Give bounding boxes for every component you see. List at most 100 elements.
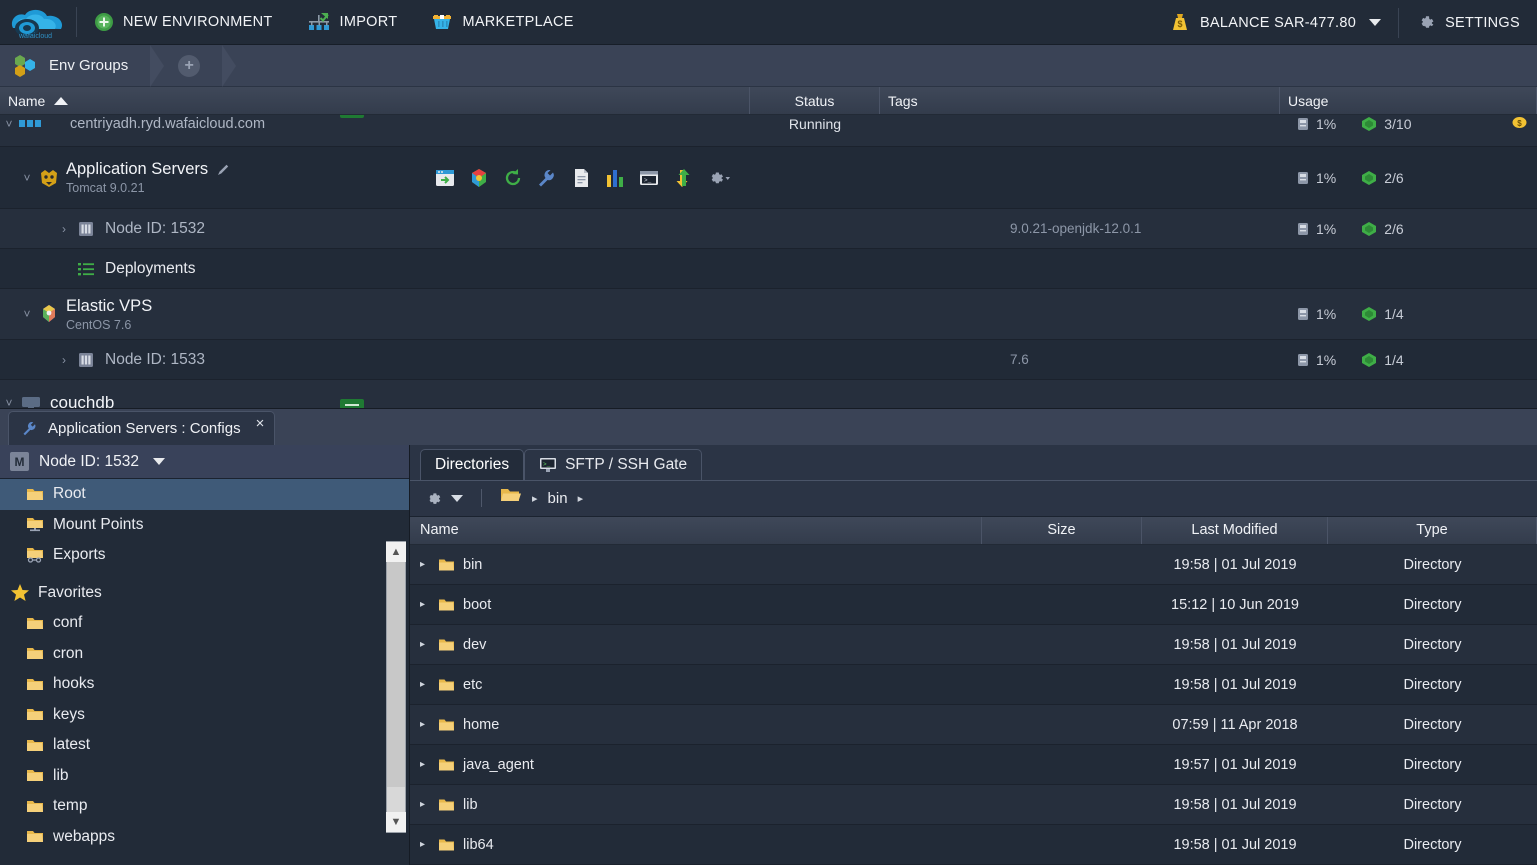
balance-button[interactable]: $ BALANCE SAR-477.80 [1152, 0, 1398, 45]
path-separator-icon-2[interactable]: ▸ [578, 492, 584, 505]
node-icon [73, 351, 99, 369]
folder-icon [27, 739, 43, 751]
sidebar-item-label: Mount Points [53, 515, 144, 533]
environment-hostname[interactable]: centriyadh.ryd.wafaicloud.com [70, 116, 265, 132]
cloudlet-icon [1362, 116, 1377, 131]
expand-twisty-icon[interactable]: ▸ [420, 839, 430, 850]
open-in-browser-icon[interactable] [434, 167, 456, 189]
balance-label: BALANCE SAR-477.80 [1199, 14, 1357, 31]
tab-sftp-ssh-gate[interactable]: >_ SFTP / SSH Gate [524, 449, 703, 481]
sidebar-item-conf[interactable]: conf [0, 608, 409, 639]
sidebar-item-keys[interactable]: keys [0, 700, 409, 731]
sidebar-item-cron[interactable]: cron [0, 639, 409, 670]
node-title[interactable]: Node ID: 1533 [105, 351, 205, 369]
node-selector[interactable]: M Node ID: 1532 [0, 445, 409, 479]
marketplace-button[interactable]: MARKETPLACE [414, 0, 590, 45]
table-row[interactable]: ▸ boot 15:12 | 10 Jun 2019 Directory [410, 585, 1537, 625]
column-header-status[interactable]: Status [750, 87, 880, 114]
ssh-terminal-icon[interactable]: >_ [638, 167, 660, 189]
table-row[interactable]: ▸ bin 19:58 | 01 Jul 2019 Directory [410, 545, 1537, 585]
sidebar-item-mount-points[interactable]: Mount Points [0, 510, 409, 541]
add-group-button[interactable]: + [178, 54, 201, 77]
table-row[interactable]: ▸ java_agent 19:57 | 01 Jul 2019 Directo… [410, 745, 1537, 785]
expand-twisty-icon[interactable]: › [55, 353, 73, 367]
config-panel-tab[interactable]: Application Servers : Configs × [8, 411, 276, 445]
collapse-twisty-icon[interactable]: ˅ [18, 171, 36, 185]
node-title[interactable]: Node ID: 1532 [105, 220, 205, 238]
config-icon[interactable] [468, 167, 490, 189]
sidebar-scrollbar[interactable]: ▲ ▼ [386, 541, 406, 833]
table-row[interactable]: ▸ lib64 19:58 | 01 Jul 2019 Directory [410, 825, 1537, 865]
gear-menu-icon[interactable] [706, 167, 732, 189]
table-row[interactable]: ▸ dev 19:58 | 01 Jul 2019 Directory [410, 625, 1537, 665]
layer-title[interactable]: Application Servers [66, 160, 208, 179]
scroll-down-icon[interactable]: ▼ [386, 812, 406, 832]
import-label: IMPORT [339, 14, 398, 30]
expand-twisty-icon[interactable]: › [55, 222, 73, 236]
breadcrumb-path-bin[interactable]: bin [548, 490, 568, 507]
expand-twisty-icon[interactable]: ▸ [420, 559, 430, 570]
column-header-name[interactable]: Name [0, 87, 750, 114]
table-row[interactable]: Deployments [0, 249, 1537, 289]
table-row[interactable]: › Node ID: 1532 9.0.21-openjdk-12.0.1 1%… [0, 209, 1537, 249]
settings-wrench-icon[interactable] [536, 167, 558, 189]
layer-title[interactable]: Elastic VPS [66, 297, 152, 316]
table-row[interactable]: ▸ home 07:59 | 11 Apr 2018 Directory [410, 705, 1537, 745]
sidebar-favorites-header[interactable]: Favorites [0, 578, 409, 609]
collapse-twisty-icon[interactable]: ˅ [0, 117, 18, 131]
column-header-tags[interactable]: Tags [880, 87, 1280, 114]
cpu-usage-value: 1% [1316, 115, 1337, 132]
new-environment-button[interactable]: NEW ENVIRONMENT [77, 0, 290, 45]
path-root-folder[interactable] [500, 487, 522, 509]
column-header-usage[interactable]: Usage [1280, 87, 1537, 114]
sidebar-item-webapps[interactable]: webapps [0, 822, 409, 853]
tab-directories[interactable]: Directories [420, 449, 525, 481]
breadcrumb-chevron-1 [150, 44, 165, 87]
cloudlet-icon [1362, 352, 1377, 367]
expand-twisty-icon[interactable]: ▸ [420, 599, 430, 610]
app-logo[interactable]: wafaicloud [0, 0, 76, 45]
expand-twisty-icon[interactable]: ▸ [420, 759, 430, 770]
column-header-name[interactable]: Name [410, 516, 982, 544]
toolbar-gear-menu[interactable] [424, 489, 463, 508]
table-row[interactable]: ˅ Elastic VPS CentOS 7.6 1% 1/4 [0, 289, 1537, 340]
sidebar-item-lib[interactable]: lib [0, 761, 409, 792]
log-file-icon[interactable] [570, 167, 592, 189]
config-panel-tab-label: Application Servers : Configs [48, 420, 241, 437]
cpu-icon [1298, 117, 1308, 130]
table-row[interactable]: ▸ etc 19:58 | 01 Jul 2019 Directory [410, 665, 1537, 705]
environment-title-block: centriyadh.ryd.wafaicloud.com [70, 116, 265, 132]
restart-icon[interactable] [502, 167, 524, 189]
settings-button[interactable]: SETTINGS [1399, 0, 1537, 45]
column-header-type[interactable]: Type [1328, 516, 1537, 544]
import-button[interactable]: IMPORT [290, 0, 415, 45]
scrollbar-thumb[interactable] [387, 562, 405, 787]
expand-twisty-icon[interactable]: ▸ [420, 679, 430, 690]
scroll-up-icon[interactable]: ▲ [386, 542, 406, 562]
breadcrumb-chevron-2 [222, 44, 237, 87]
billing-coin-icon[interactable]: $ [1512, 115, 1527, 133]
edit-pencil-icon[interactable] [216, 163, 230, 177]
sidebar-item-temp[interactable]: temp [0, 791, 409, 822]
table-row[interactable]: ˅ Application Servers Tomcat 9.0.21 >_ 1… [0, 147, 1537, 209]
row-name-cell: › Node ID: 1532 [0, 209, 750, 248]
table-row[interactable]: ˅ centriyadh.ryd.wafaicloud.com Running … [0, 115, 1537, 147]
deployments-label[interactable]: Deployments [105, 260, 195, 278]
expand-twisty-icon[interactable]: ▸ [420, 719, 430, 730]
collapse-twisty-icon[interactable]: ˅ [18, 307, 36, 321]
column-header-last-modified[interactable]: Last Modified [1142, 516, 1328, 544]
expand-twisty-icon[interactable]: ▸ [420, 639, 430, 650]
change-environment-icon[interactable] [672, 167, 694, 189]
expand-twisty-icon[interactable]: ▸ [420, 799, 430, 810]
statistics-icon[interactable] [604, 167, 626, 189]
sidebar-item-latest[interactable]: latest [0, 730, 409, 761]
close-icon[interactable]: × [256, 415, 265, 432]
breadcrumb-env-groups[interactable]: Env Groups [0, 45, 128, 87]
column-header-size[interactable]: Size [982, 516, 1142, 544]
folder-icon [27, 648, 43, 660]
table-row[interactable]: ▸ lib 19:58 | 01 Jul 2019 Directory [410, 785, 1537, 825]
sidebar-item-hooks[interactable]: hooks [0, 669, 409, 700]
table-row[interactable]: › Node ID: 1533 7.6 1% 1/4 [0, 340, 1537, 380]
sidebar-item-root[interactable]: Root [0, 479, 409, 510]
sidebar-item-exports[interactable]: Exports [0, 540, 409, 571]
